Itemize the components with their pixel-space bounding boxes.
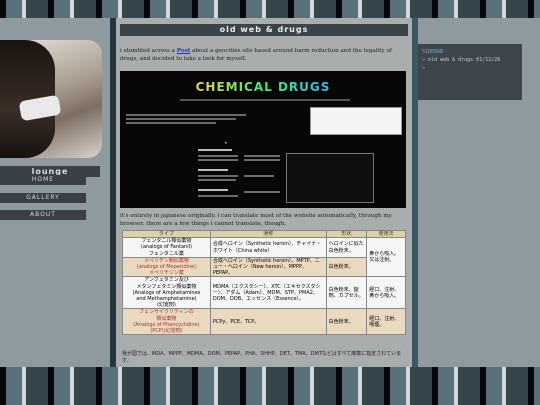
filmstrip-top [0, 0, 540, 18]
table-row: フェンサイクリディンの 類似薬物 (Analogs of Phencyclidi… [122, 308, 406, 336]
form-cell: 白色粉末。 [325, 308, 368, 336]
usage-cell: 経口、注射、鼻から吸入。 [366, 276, 406, 310]
drug-type-line: (幻覚剤) [156, 302, 176, 309]
table-header: 形状 [325, 229, 368, 239]
intro-text-start: i stumbled across a [120, 48, 177, 54]
recent-post-link[interactable]: — old web & drugs 01/12/26 [422, 56, 518, 64]
table-header: 通称 [209, 229, 327, 239]
drug-type-line: (PCP)(幻覚剤) [150, 328, 183, 335]
screenshot-text-line [198, 179, 236, 181]
table-header: 使用法 [366, 229, 406, 239]
intro-paragraph: i stumbled across a Post about a geociti… [120, 47, 408, 63]
filmstrip-bottom [0, 367, 540, 405]
nav-home-button[interactable]: HOME [0, 175, 86, 185]
nav-about-button[interactable]: ABOUT [0, 210, 86, 220]
table-row: メペリチン類似薬物 (analogs of Meperidine) メペリチジン… [122, 256, 406, 278]
nickname-cell: PCPy、PCE、TCP。 [209, 308, 327, 336]
screenshot-dark-panel [286, 153, 374, 203]
nickname-cell: 合成ヘロイン（Synthetic heroin）、MPTP、ニュー・ヘロイン（N… [209, 256, 327, 278]
screenshot-text-line [198, 149, 232, 151]
recent-posts-box: SIDEBAR — old web & drugs 01/12/26 — [418, 44, 522, 100]
drug-type-cell: メペリチン類似薬物 (analogs of Meperidine) メペリチジン… [122, 256, 211, 278]
table-row: アンフェタミン及び メタンフェタミン類似薬物 (Analogs of Amphe… [122, 276, 406, 310]
recent-post-extra: — [422, 65, 426, 71]
usage-cell: 鼻から吸入。 又は注射。 [366, 237, 406, 278]
screenshot-text-line [244, 175, 274, 177]
screenshot-text-line [126, 114, 246, 116]
chemical-drugs-heading: CHEMICAL DRUGS [120, 80, 406, 94]
drug-type-cell: アンフェタミン及び メタンフェタミン類似薬物 (Analogs of Amphe… [122, 276, 211, 310]
form-cell: 白色粉末。 [325, 256, 368, 278]
screenshot-text-line [244, 191, 280, 193]
screenshot-subline [180, 99, 350, 101]
geocities-screenshot: CHEMICAL DRUGS ★ [120, 71, 406, 208]
drug-type-line: メタンフェタミン類似薬物 [136, 283, 197, 290]
table-header: タイプ [122, 229, 211, 239]
right-sidebar: SIDEBAR — old web & drugs 01/12/26 — [418, 18, 540, 367]
drug-type-line: フェンタニル薬 [148, 250, 184, 257]
post-link[interactable]: Post [177, 48, 191, 54]
drug-type-cell: フェンタニル類似薬物 (analogs of Fantanil) フェンタニル薬 [122, 237, 211, 258]
table-row: フェンタニル類似薬物 (analogs of Fantanil) フェンタニル薬… [122, 237, 406, 278]
usage-line: 又は注射。 [369, 257, 395, 264]
drug-type-line: メペリチジン薬 [148, 270, 184, 277]
form-cell: 白色粉末、錠剤、カプセル。 [325, 276, 368, 310]
nickname-cell: 合成ヘロイン（Synthetic heroin）、チャイナ・ホワイト（China… [209, 237, 327, 258]
screenshot-text-line [198, 195, 238, 197]
translation-note: it's entirely in japanese originally. i … [120, 213, 392, 227]
usage-cell: 経口、注射、喫煙。 [366, 308, 406, 336]
main-content: old web & drugs i stumbled across a Post… [116, 18, 412, 367]
screenshot-text-line [126, 122, 216, 124]
recent-posts-header: SIDEBAR [422, 49, 444, 55]
screenshot-text-line [198, 189, 228, 191]
screenshot-text-line [244, 155, 280, 157]
screenshot-panel [310, 107, 402, 135]
nickname-cell: MDMA（エクスタシー）、XTC（エキセクスタシー）、アダム（Adam）、MDM… [209, 276, 327, 310]
footer-note: 我が国では、MDA、MPPP、MDMA、DOM、PEPAP、PHA、DHHP、D… [122, 351, 402, 364]
nav-gallery-button[interactable]: GALLERY [0, 193, 86, 203]
screenshot-text-line [198, 169, 228, 171]
drug-table: タイプ 通称 形状 使用法 フェンタニル類似薬物 (analogs of Fan… [122, 229, 406, 336]
screenshot-text-line [126, 118, 236, 120]
page-title: old web & drugs [120, 24, 408, 36]
left-sidebar: lounge HOME GALLERY ABOUT [0, 18, 110, 367]
screenshot-gold-text: ★ [224, 140, 228, 145]
form-cell: ヘロインに似た白色粉末。 [325, 237, 368, 258]
screenshot-text-line [198, 155, 238, 157]
screenshot-text-line [244, 159, 280, 161]
drug-type-cell: フェンサイクリディンの 類似薬物 (Analogs of Phencyclidi… [122, 308, 211, 336]
avatar [0, 40, 102, 158]
screenshot-text-line [198, 159, 238, 161]
screenshot-text-line [198, 175, 238, 177]
